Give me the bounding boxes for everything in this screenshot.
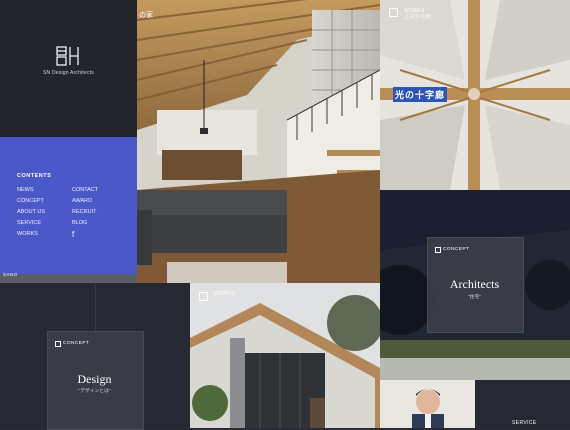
menu-title: CONTENTS (17, 173, 52, 179)
menu-item-recruit[interactable]: RECRUIT (72, 207, 98, 218)
concept-design-square-icon (55, 341, 61, 347)
works-top-title: 上山手の家 (404, 14, 432, 20)
sand-label: SANO (3, 272, 18, 277)
concept-architects-subtitle: "住宅" (468, 295, 481, 300)
works-bottom-subtitle: ... (214, 297, 220, 303)
menu-item-news[interactable]: NEWS (17, 185, 45, 196)
menu-item-award[interactable]: AWARD (72, 196, 98, 207)
concept-design-label: CONCEPT (63, 341, 90, 346)
works-top-ribbon: 光の十字廊 (393, 87, 448, 102)
concept-architects-square-icon (435, 247, 441, 253)
hero-bottom-strip (0, 274, 137, 283)
hero-title-fragment: の家 (139, 12, 153, 19)
hero-interior-photo[interactable]: の家 (137, 0, 380, 283)
person-illustration (380, 380, 475, 428)
concept-architects-title: Architects (449, 277, 500, 291)
works-top-photo[interactable]: WORKS 上山手の家 光の十字廊 (380, 0, 570, 190)
menu-right-column: CONTACT AWARD RECRUIT BLOG (72, 185, 98, 229)
concept-design-subtitle: "デザインとは" (78, 389, 111, 394)
works-bottom-label-box (199, 292, 208, 301)
concept-design-title: Design (77, 372, 112, 386)
interior-illustration (137, 0, 380, 283)
concept-architects-photo[interactable]: CONCEPT Architects "住宅" (380, 190, 570, 380)
menu-item-service[interactable]: SERVICE (17, 218, 45, 229)
logo-panel (0, 0, 137, 137)
menu-item-concept[interactable]: CONCEPT (17, 196, 45, 207)
sn-logo-icon[interactable] (56, 46, 80, 66)
house-exterior-illustration (190, 283, 380, 428)
portrait-photo[interactable] (380, 380, 475, 428)
works-top-label-box (389, 8, 398, 17)
facebook-icon[interactable]: f (72, 231, 80, 239)
menu-item-contact[interactable]: CONTACT (72, 185, 98, 196)
service-label: SERVICE (512, 420, 537, 426)
concept-architects-label: CONCEPT (443, 247, 470, 252)
logo-text: SN Design Architects (43, 70, 94, 76)
menu-item-blog[interactable]: BLOG (72, 218, 98, 229)
menu-item-works[interactable]: WORKS (17, 229, 45, 240)
works-bottom-photo[interactable]: WORKS ... (190, 283, 380, 428)
menu-left-column: NEWS CONCEPT ABOUT US SERVICE WORKS (17, 185, 45, 240)
menu-item-about-us[interactable]: ABOUT US (17, 207, 45, 218)
